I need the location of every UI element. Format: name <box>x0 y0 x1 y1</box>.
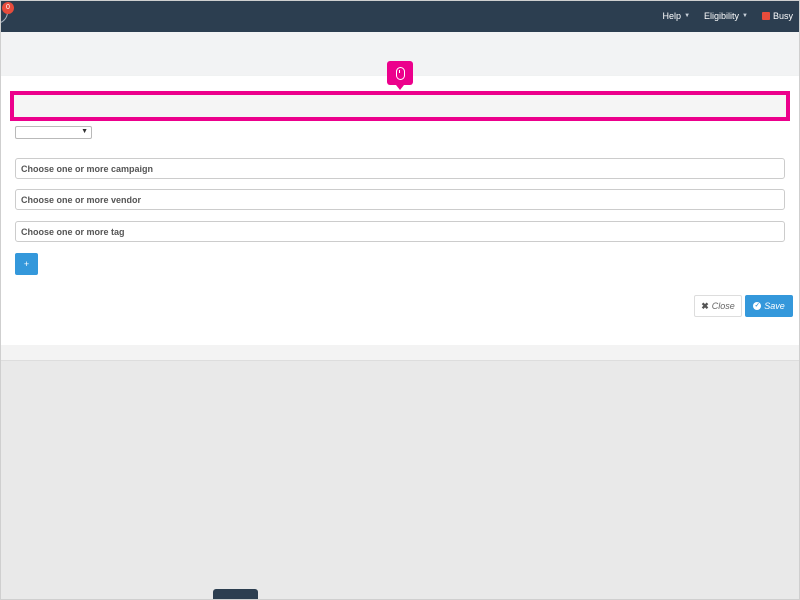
campaign-placeholder: Choose one or more campaign <box>21 163 154 174</box>
vendor-placeholder: Choose one or more vendor <box>21 194 142 205</box>
chevron-down-icon: ▼ <box>684 13 691 19</box>
tag-placeholder: Choose one or more tag <box>21 226 125 237</box>
close-button-label: Close <box>711 301 735 311</box>
mouse-icon <box>395 66 405 80</box>
save-button-label: Save <box>764 301 785 311</box>
close-button[interactable]: ✖ Close <box>694 295 742 317</box>
add-button-label: + <box>23 259 30 269</box>
status-square-icon <box>761 12 770 20</box>
add-button[interactable]: + <box>15 253 38 275</box>
nav-help-label: Help <box>662 11 682 21</box>
nav-status-label: Busy <box>772 11 793 21</box>
nav-help[interactable]: Help ▼ <box>663 11 690 21</box>
highlighted-name-input[interactable] <box>10 91 790 121</box>
save-button[interactable]: ✓ Save <box>745 295 793 317</box>
type-select[interactable]: ▼ <box>15 126 92 139</box>
modal-footer-strip <box>1 345 799 361</box>
chevron-down-icon: ▼ <box>742 13 748 19</box>
nav-right-menu: Help ▼ Eligibility ▼ Busy <box>663 0 793 32</box>
nav-eligibility-label: Eligibility <box>704 11 740 21</box>
vendor-multiselect[interactable]: Choose one or more vendor <box>15 189 785 210</box>
notification-badge: 0 <box>2 2 14 14</box>
check-circle-icon: ✓ <box>753 302 762 310</box>
chevron-down-icon: ▼ <box>81 128 88 135</box>
nav-eligibility[interactable]: Eligibility ▼ <box>704 11 748 21</box>
notification-button[interactable]: 0 <box>0 0 14 28</box>
nav-status[interactable]: Busy <box>761 11 793 21</box>
x-icon: ✖ <box>701 300 709 311</box>
campaign-multiselect[interactable]: Choose one or more campaign <box>15 158 785 179</box>
tag-multiselect[interactable]: Choose one or more tag <box>15 221 785 242</box>
bottom-tab[interactable] <box>213 589 258 600</box>
top-navbar: 0 Help ▼ Eligibility ▼ Busy <box>0 0 800 32</box>
click-marker <box>387 61 413 90</box>
